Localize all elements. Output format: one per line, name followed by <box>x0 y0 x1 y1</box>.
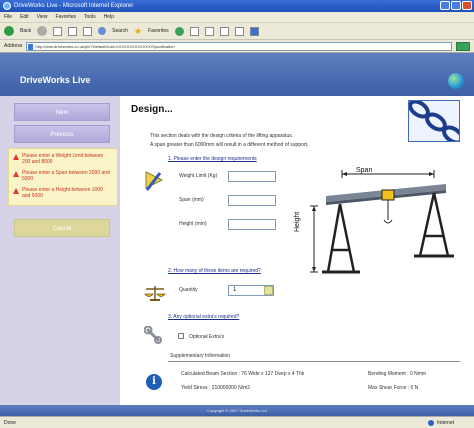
section-quantity: 2. How many of these items are required? <box>168 268 261 274</box>
supplementary-heading: Supplementary Information <box>170 353 231 359</box>
cancel-button[interactable]: Cancel <box>14 219 110 237</box>
menu-favorites[interactable]: Favorites <box>55 12 76 22</box>
intro-text-2: A span greater than 6000mm will result i… <box>150 142 309 148</box>
status-bar: Done Internet <box>0 416 474 428</box>
section-design-requirements: 1. Please enter the design requirements <box>168 156 257 162</box>
beam-section-info: Calculated Beam Section : 76 Wide x 127 … <box>181 371 305 377</box>
section-optional-extras: 3. Any optional extra's required? <box>168 314 240 320</box>
browser-toolbar: Back Search ★ Favorites <box>0 23 474 40</box>
address-bar: Address http://dms.driveworks.co.uk/ph/?… <box>0 40 474 53</box>
quantity-label: Quantity <box>179 287 198 293</box>
span-input[interactable] <box>228 195 276 206</box>
warning-icon <box>13 188 19 194</box>
bending-moment-info: Bending Moment : 0 Nmm <box>368 371 427 377</box>
error-text: Please enter a Weight Limit between 200 … <box>22 153 104 165</box>
search-label[interactable]: Search <box>112 28 128 34</box>
ie-icon <box>3 2 11 10</box>
height-input[interactable] <box>228 219 276 230</box>
balance-scale-icon <box>144 284 166 302</box>
weight-limit-label: Weight Limit (Kg) <box>179 173 218 179</box>
menu-help[interactable]: Help <box>104 12 114 22</box>
forward-arrow-icon[interactable] <box>37 26 48 36</box>
shear-force-info: Max Shear Force : 0 N <box>368 385 419 391</box>
mail-icon[interactable] <box>204 26 214 36</box>
window-controls <box>440 1 472 10</box>
zone-label: Internet <box>437 420 454 426</box>
span-label: Span (mm) <box>179 197 204 203</box>
gantry-crane-diagram <box>296 160 460 284</box>
error-item: Please enter a Span between 2000 and 600… <box>13 170 112 182</box>
internet-zone-icon <box>428 420 435 426</box>
history-icon[interactable] <box>189 26 199 36</box>
validation-errors: Please enter a Weight Limit between 200 … <box>8 148 118 206</box>
minimize-button[interactable] <box>440 1 450 10</box>
pencil-ruler-icon <box>144 170 164 192</box>
back-arrow-icon[interactable] <box>4 26 14 36</box>
app-footer: Copyright © 2007 DriveWorks Ltd <box>0 405 474 416</box>
height-label: Height (mm) <box>179 221 207 227</box>
wrench-icon <box>143 325 162 344</box>
favorites-label[interactable]: Favorites <box>148 28 169 34</box>
globe-icon <box>448 73 464 89</box>
app-title: DriveWorks Live <box>20 75 91 85</box>
status-text: Done <box>4 420 16 426</box>
error-text: Please enter a Span between 2000 and 600… <box>22 170 110 182</box>
info-icon: i <box>146 374 162 390</box>
weight-limit-input[interactable] <box>228 171 276 182</box>
search-icon[interactable] <box>98 27 107 35</box>
menu-view[interactable]: View <box>37 12 48 22</box>
go-button[interactable] <box>456 41 470 51</box>
error-item: Please enter a Weight Limit between 200 … <box>13 153 112 165</box>
chain-image <box>408 100 460 142</box>
edit-icon[interactable] <box>234 26 244 36</box>
menu-edit[interactable]: Edit <box>20 12 29 22</box>
print-icon[interactable] <box>219 26 229 36</box>
divider <box>168 361 460 362</box>
address-input[interactable]: http://dms.driveworks.co.uk/ph/?DefaultG… <box>26 41 452 51</box>
optional-extras-label: Optional Extra's <box>189 334 225 340</box>
window-title: DriveWorks Live - Microsoft Internet Exp… <box>14 3 134 9</box>
yield-stress-info: Yield Stress : 210000000 N/m2 <box>181 385 251 391</box>
next-button[interactable]: Next <box>14 103 110 121</box>
close-button[interactable] <box>462 1 472 10</box>
address-url: http://dms.driveworks.co.uk/ph/?DefaultG… <box>35 43 175 49</box>
page-icon <box>28 43 34 50</box>
refresh-icon[interactable] <box>68 26 78 36</box>
stop-icon[interactable] <box>53 26 63 36</box>
warning-icon <box>13 154 19 160</box>
media-icon[interactable] <box>174 26 184 36</box>
quantity-spinner[interactable] <box>264 286 273 295</box>
menu-bar: File Edit View Favorites Tools Help <box>0 12 474 23</box>
optional-extras-checkbox[interactable] <box>178 333 184 339</box>
copyright-text: Copyright © 2007 DriveWorks Ltd <box>207 408 267 413</box>
menu-file[interactable]: File <box>4 12 12 22</box>
intro-text-1: This section deals with the design crite… <box>150 133 294 139</box>
messenger-icon[interactable] <box>249 26 259 36</box>
menu-tools[interactable]: Tools <box>84 12 96 22</box>
address-label: Address <box>4 43 23 49</box>
previous-button[interactable]: Previous <box>14 125 110 143</box>
maximize-button[interactable] <box>451 1 461 10</box>
span-dimension-label: Span <box>356 167 373 174</box>
home-icon[interactable] <box>83 26 93 36</box>
error-item: Please enter a Height between 1000 and 5… <box>13 187 112 199</box>
page-title: Design... <box>131 104 173 115</box>
star-icon[interactable]: ★ <box>134 26 142 37</box>
window-title-bar: DriveWorks Live - Microsoft Internet Exp… <box>0 0 474 12</box>
warning-icon <box>13 171 19 177</box>
error-text: Please enter a Height between 1000 and 5… <box>22 187 103 199</box>
back-label[interactable]: Back <box>20 28 31 34</box>
height-dimension-label: Height <box>294 211 301 232</box>
security-zone: Internet <box>428 417 454 428</box>
